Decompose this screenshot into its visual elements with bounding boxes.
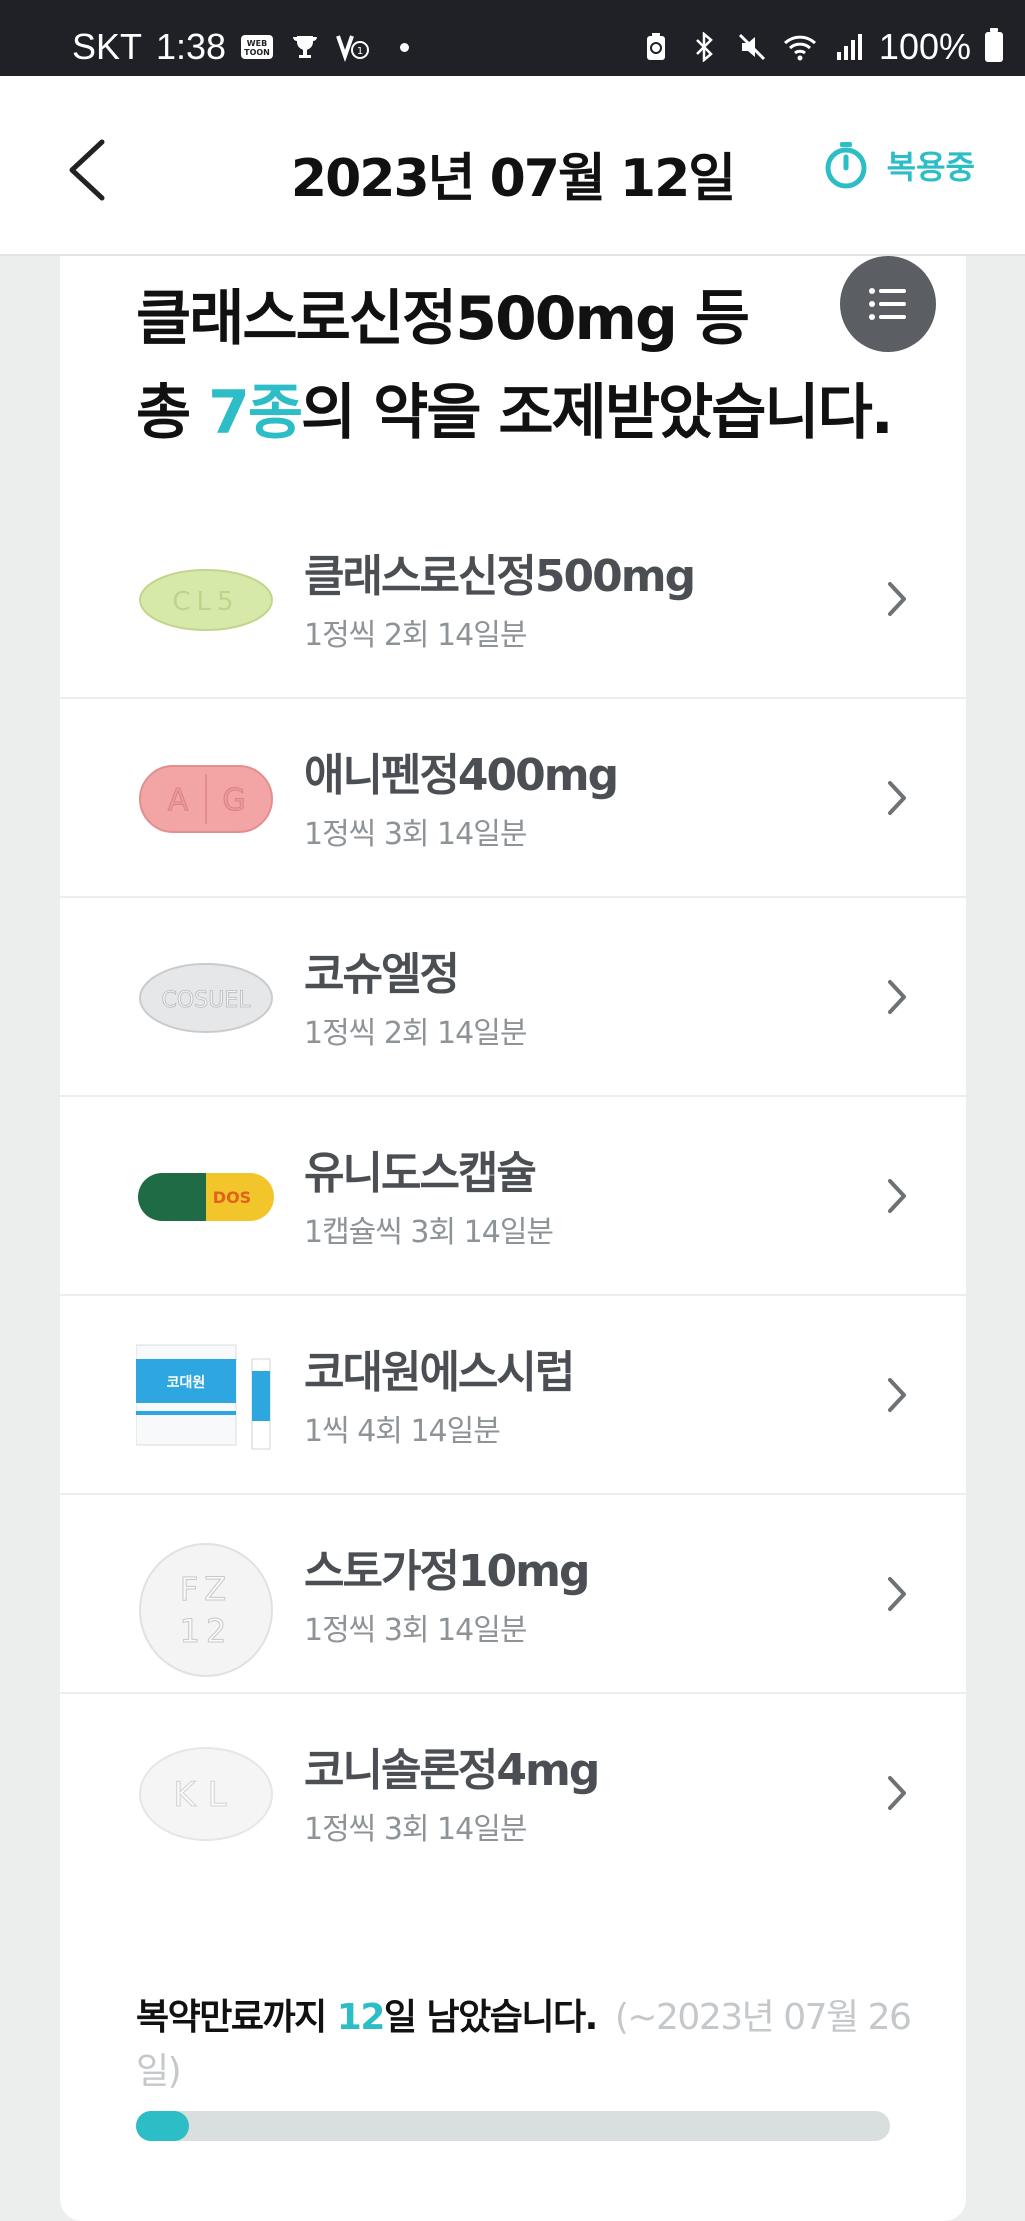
chevron-right-icon <box>888 781 906 815</box>
svg-text:코대원: 코대원 <box>167 1375 206 1391</box>
list-icon <box>869 288 906 320</box>
medicine-name: 유니도스캡슐 <box>304 1148 537 1199</box>
summary-line2: 총 7종의 약을 조제받았습니다. <box>136 366 916 460</box>
battery-saver-icon <box>639 32 673 62</box>
medicine-dosage: 1정씩 3회 14일분 <box>304 817 527 852</box>
medicine-dosage: 1정씩 2회 14일분 <box>304 618 527 653</box>
taking-status-button[interactable]: 복용중 <box>823 140 975 190</box>
list-item[interactable]: CL5 클래스로신정500mg 1정씩 2회 14일분 <box>60 500 966 699</box>
pill-oval-white-icon: COSUEL <box>136 948 276 1048</box>
taking-status-label: 복용중 <box>886 148 975 186</box>
medicine-name: 코대원에스시럽 <box>304 1347 575 1398</box>
prescription-card: 클래스로신정500mg 등 총 7종의 약을 조제받았습니다. CL5 클래스로… <box>60 256 966 2221</box>
signal-icon <box>831 32 865 62</box>
pill-round-white-icon: FZ 12 <box>136 1543 276 1677</box>
syrup-box-icon: 코대원 <box>136 1344 276 1450</box>
mute-icon <box>735 32 769 62</box>
webtoon-icon: WEB TOON <box>240 32 274 62</box>
list-item[interactable]: FZ 12 스토가정10mg 1정씩 3회 14일분 <box>60 1495 966 1694</box>
chevron-right-icon <box>888 1378 906 1412</box>
medicine-list: CL5 클래스로신정500mg 1정씩 2회 14일분 AG 애니펜정400mg… <box>60 500 966 1893</box>
list-item[interactable]: DOS 유니도스캡슐 1캡슐씩 3회 14일분 <box>60 1097 966 1296</box>
notification-dot <box>400 42 410 52</box>
svg-text:COSUEL: COSUEL <box>162 988 252 1013</box>
svg-text:FZ: FZ <box>180 1570 232 1608</box>
list-item[interactable]: KL 코니솔론정4mg 1정씩 3회 14일분 <box>60 1694 966 1893</box>
svg-text:WEB: WEB <box>247 39 267 48</box>
time-label: 1:38 <box>156 26 227 67</box>
status-bar: SKT 1:38 WEB TOON 1 100% <box>0 0 1025 76</box>
progress-fill <box>136 2111 189 2141</box>
summary-line1: 클래스로신정500mg 등 <box>136 284 750 354</box>
list-item[interactable]: AG 애니펜정400mg 1정씩 3회 14일분 <box>60 699 966 898</box>
stopwatch-icon <box>825 142 867 189</box>
medicine-name: 클래스로신정500mg <box>304 551 696 602</box>
summary-suffix: 의 약을 조제받았습니다. <box>301 378 894 448</box>
remaining-days: 12 <box>336 1997 386 2038</box>
medicine-dosage: 1정씩 3회 14일분 <box>304 1812 527 1847</box>
medicine-name: 코슈엘정 <box>304 949 460 1000</box>
trophy-icon <box>288 32 322 62</box>
list-view-button[interactable] <box>840 256 936 352</box>
battery-icon <box>985 28 1003 62</box>
pill-round-white-icon: KL <box>136 1744 276 1844</box>
remaining-suffix: 일 남았습니다. <box>383 1997 598 2038</box>
pill-oval-pink-icon: AG <box>136 749 276 849</box>
medicine-dosage: 1캡슐씩 3회 14일분 <box>304 1215 554 1250</box>
list-item[interactable]: 코대원 코대원에스시럽 1씩 4회 14일분 <box>60 1296 966 1495</box>
medicine-count: 7종 <box>208 378 303 448</box>
carrier-label: SKT <box>72 26 143 67</box>
svg-text:12: 12 <box>180 1612 233 1650</box>
capsule-green-yellow-icon: DOS <box>136 1147 276 1247</box>
medicine-name: 코니솔론정4mg <box>304 1745 600 1796</box>
medicine-name: 스토가정10mg <box>304 1546 590 1597</box>
medicine-dosage: 1정씩 2회 14일분 <box>304 1016 527 1051</box>
medicine-dosage: 1정씩 3회 14일분 <box>304 1613 527 1648</box>
prescription-summary: 클래스로신정500mg 등 총 7종의 약을 조제받았습니다. <box>136 272 916 460</box>
chevron-right-icon <box>888 582 906 616</box>
svg-text:DOS: DOS <box>213 1188 251 1207</box>
svg-text:G: G <box>222 783 245 818</box>
chevron-right-icon <box>888 1577 906 1611</box>
svg-text:TOON: TOON <box>244 48 270 57</box>
list-item[interactable]: COSUEL 코슈엘정 1정씩 2회 14일분 <box>60 898 966 1097</box>
pill-oval-green-icon: CL5 <box>136 550 276 650</box>
league-icon: 1 <box>336 32 370 63</box>
chevron-right-icon <box>888 1776 906 1810</box>
medicine-dosage: 1씩 4회 14일분 <box>304 1414 501 1449</box>
svg-text:A: A <box>168 783 189 818</box>
svg-text:KL: KL <box>173 1775 238 1815</box>
medicine-name: 애니펜정400mg <box>304 750 619 801</box>
svg-text:CL5: CL5 <box>172 587 239 617</box>
remaining-days-text: 복약만료까지 12일 남았습니다. (~2023년 07월 26일) <box>136 1991 936 2099</box>
header: 2023년 07월 12일 복용중 <box>0 76 1025 256</box>
battery-percent: 100% <box>878 26 971 67</box>
remaining-prefix: 복약만료까지 <box>136 1997 337 2038</box>
wifi-icon <box>783 32 817 62</box>
chevron-right-icon <box>888 980 906 1014</box>
summary-prefix: 총 <box>136 378 209 448</box>
remaining-days-section: 복약만료까지 12일 남았습니다. (~2023년 07월 26일) <box>136 1991 936 2141</box>
bluetooth-icon <box>687 31 721 63</box>
chevron-right-icon <box>888 1179 906 1213</box>
progress-bar <box>136 2111 890 2141</box>
svg-text:1: 1 <box>357 46 363 57</box>
